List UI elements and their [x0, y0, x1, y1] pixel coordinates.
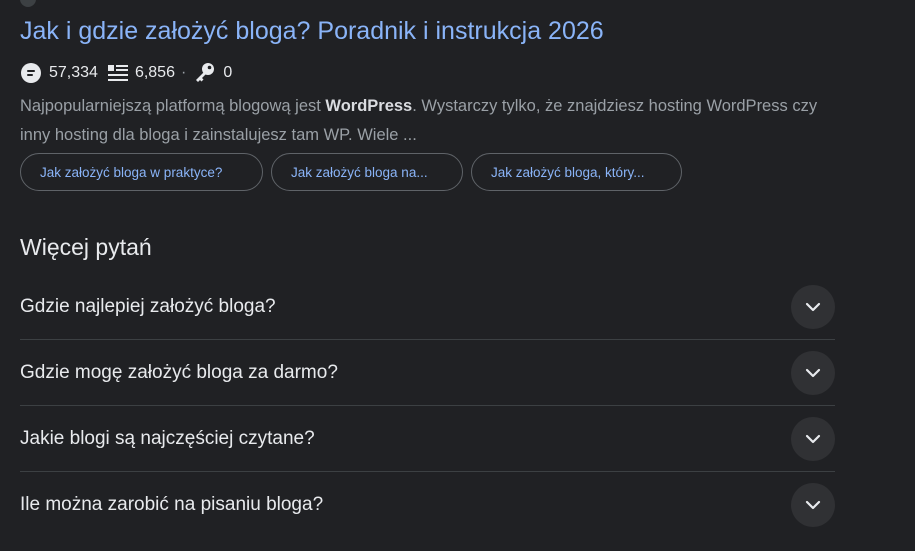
comments-count: 57,334 — [49, 64, 98, 81]
snippet-text-before: Najpopularniejszą platformą blogową jest — [20, 97, 326, 115]
chevron-down-icon[interactable] — [791, 483, 835, 527]
stats-separator: · — [180, 64, 187, 81]
question-item[interactable]: Ile można zarobić na pisaniu bloga? — [20, 472, 835, 538]
chevron-down-icon[interactable] — [791, 350, 835, 395]
list-lines-icon — [107, 64, 128, 82]
chevron-down-icon[interactable] — [791, 416, 835, 461]
result-source-cutoff — [20, 0, 36, 7]
question-text: Gdzie mogę założyć bloga za darmo? — [20, 361, 338, 383]
result-stats: 57,334 6,856 · 0 — [20, 61, 232, 85]
result-snippet: Najpopularniejszą platformą blogową jest… — [20, 92, 850, 150]
result-title-link[interactable]: Jak i gdzie założyć bloga? Poradnik i in… — [20, 14, 604, 48]
question-item[interactable]: Jakie blogi są najczęściej czytane? — [20, 406, 835, 472]
keys-stat: 0 — [194, 62, 232, 84]
comment-bubble-icon — [20, 62, 42, 84]
keys-count: 0 — [223, 64, 233, 81]
comments-stat: 57,334 — [20, 62, 98, 84]
question-item[interactable]: Gdzie najlepiej założyć bloga? — [20, 274, 835, 340]
question-text: Gdzie najlepiej założyć bloga? — [20, 295, 276, 317]
words-stat: 6,856 — [107, 64, 175, 82]
key-icon — [194, 62, 216, 84]
related-chips: Jak założyć bloga w praktyce? Jak założy… — [20, 153, 682, 191]
chip-related-2[interactable]: Jak założyć bloga na... — [271, 153, 463, 191]
site-favicon-icon — [20, 0, 36, 7]
words-count: 6,856 — [134, 64, 175, 81]
more-questions-list: Gdzie najlepiej założyć bloga? Gdzie mog… — [20, 274, 835, 538]
snippet-bold-term: WordPress — [325, 97, 413, 115]
question-item[interactable]: Gdzie mogę założyć bloga za darmo? — [20, 340, 835, 406]
question-text: Ile można zarobić na pisaniu bloga? — [20, 494, 324, 515]
question-text: Jakie blogi są najczęściej czytane? — [20, 427, 315, 449]
chevron-down-icon[interactable] — [791, 284, 835, 329]
more-questions-title: Więcej pytań — [20, 234, 152, 260]
search-results-page: Jak i gdzie założyć bloga? Poradnik i in… — [0, 0, 915, 551]
chip-related-1[interactable]: Jak założyć bloga w praktyce? — [20, 153, 263, 191]
chip-related-3[interactable]: Jak założyć bloga, który... — [471, 153, 682, 191]
